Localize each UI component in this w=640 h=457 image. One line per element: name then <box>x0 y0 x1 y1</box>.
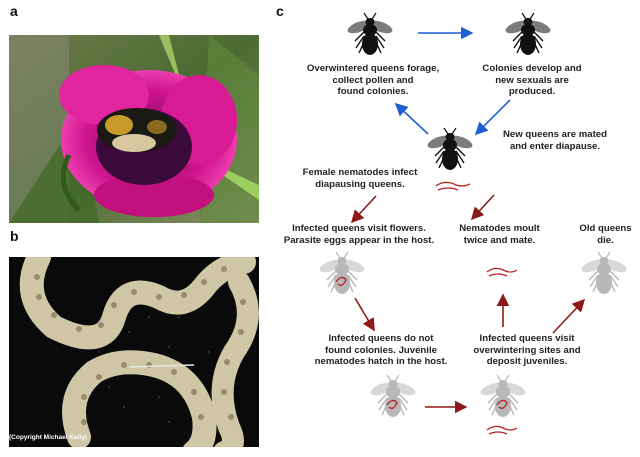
arrow-red <box>354 297 375 332</box>
caption-old-queens-die: Old queens die. <box>579 223 632 246</box>
bee-icon-infected-no-colony <box>368 374 418 418</box>
bee-icon-overwintered-queen <box>345 12 395 56</box>
caption-nematodes-infect: Female nematodes infect diapausing queen… <box>302 167 418 190</box>
bee-icon-old-queen <box>579 251 629 295</box>
caption-colonies-develop: Colonies develop and new sexuals are pro… <box>482 63 582 97</box>
arrow-red <box>470 194 495 221</box>
caption-overwintered-queens: Overwintered queens forage, collect poll… <box>306 63 440 97</box>
caption-queens-mated: New queens are mated and enter diapause. <box>503 129 607 152</box>
nematode-icon <box>486 267 518 277</box>
nematode-icon <box>486 425 518 435</box>
caption-overwintering-sites: Infected queens visit overwintering site… <box>473 333 581 367</box>
bee-icon-infected-flowers <box>317 251 367 295</box>
caption-no-colonies: Infected queens do not found colonies. J… <box>314 333 448 367</box>
arrow-red <box>552 298 586 334</box>
arrow-blue <box>394 102 429 135</box>
bee-icon-infected-overwintering <box>478 374 528 418</box>
bee-icon-colony <box>503 12 553 56</box>
arrow-red <box>350 195 377 224</box>
caption-nematodes-moult: Nematodes moult twice and mate. <box>459 223 540 246</box>
bee-icon-new-queen <box>425 127 475 171</box>
nematode-icon <box>435 181 471 191</box>
caption-infected-visit-flowers: Infected queens visit flowers. Parasite … <box>283 223 435 246</box>
